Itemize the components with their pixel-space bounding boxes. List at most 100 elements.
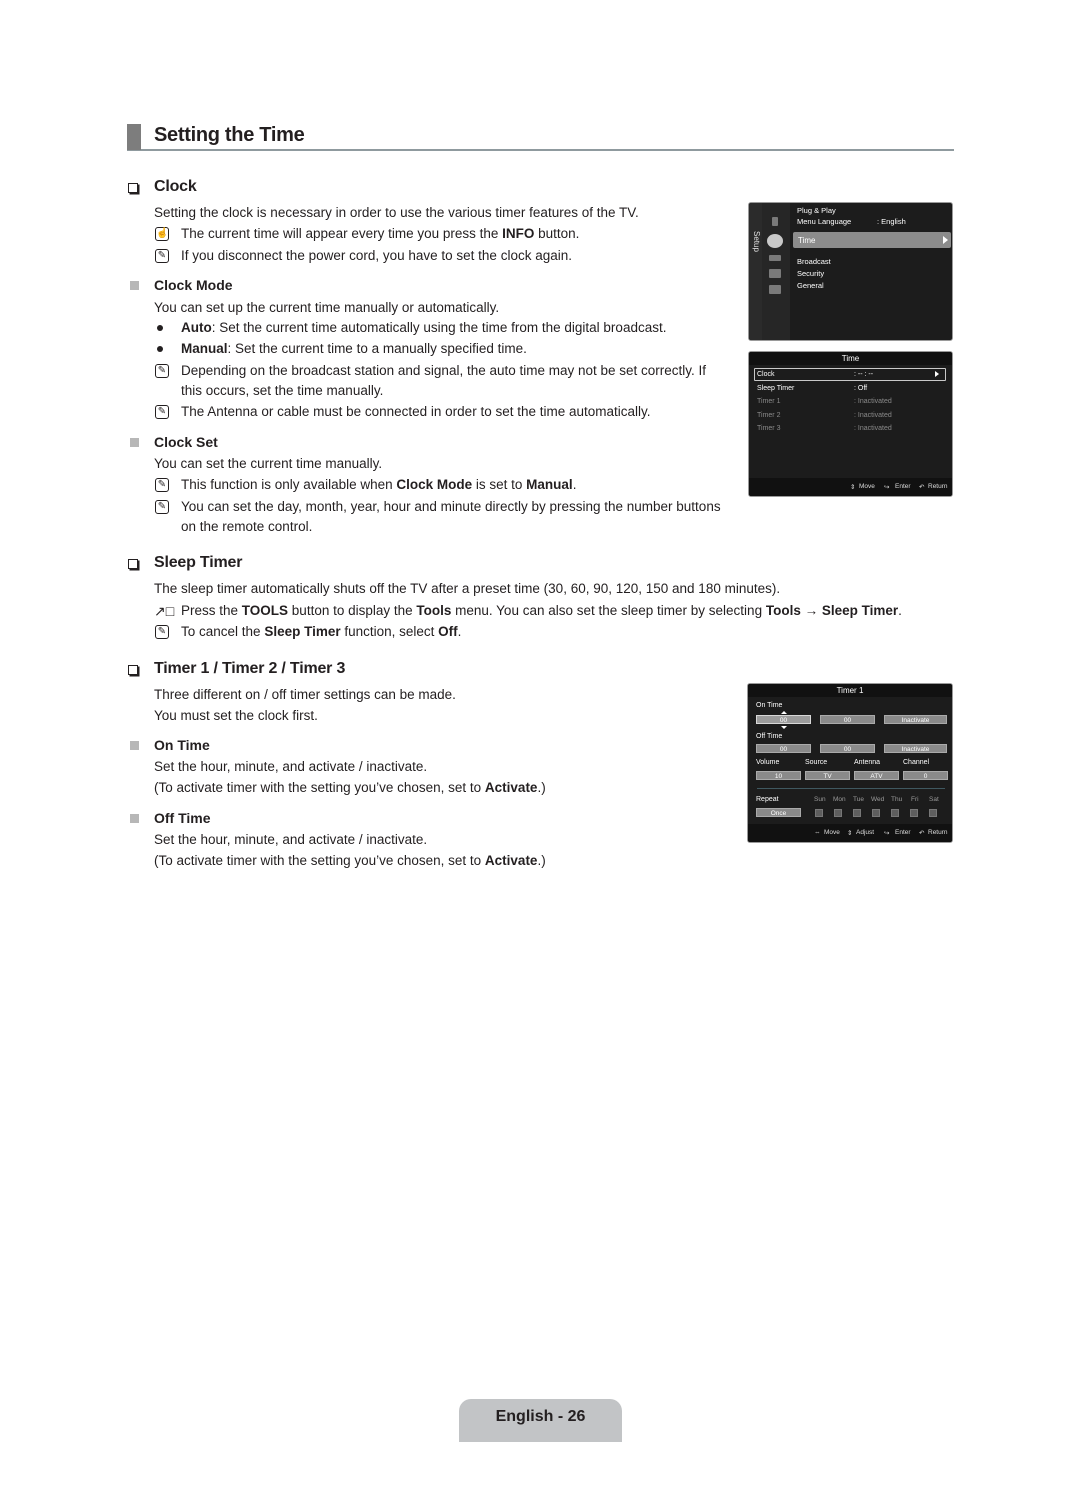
day-label-thu: Thu	[891, 796, 903, 803]
enter-icon: ↪	[884, 484, 890, 491]
foot-move: Move	[859, 483, 875, 490]
day-checkbox-sat[interactable]	[929, 809, 937, 817]
note-icon: ✎	[155, 249, 169, 263]
day-checkbox-wed[interactable]	[872, 809, 880, 817]
osd-side-label: Setup	[752, 231, 761, 252]
note-icon: ✎	[155, 500, 169, 514]
off-time-note: (To activate timer with the setting you’…	[154, 853, 546, 868]
clock-set-note2-line2: on the remote control.	[181, 519, 313, 534]
osd-row-timer2-value: : Inactivated	[854, 412, 892, 419]
day-checkbox-thu[interactable]	[891, 809, 899, 817]
on-minute-field[interactable]: 00	[820, 715, 875, 724]
day-label-fri: Fri	[911, 796, 919, 803]
off-hour-field[interactable]: 00	[756, 744, 811, 753]
repeat-label: Repeat	[756, 796, 779, 803]
osd-timer1-title: Timer 1	[748, 684, 952, 697]
off-state-field[interactable]: Inactivate	[884, 744, 947, 753]
on-state-field[interactable]: Inactivate	[884, 715, 947, 724]
volume-label: Volume	[756, 759, 780, 766]
clock-mode-note2: The Antenna or cable must be connected i…	[181, 404, 651, 419]
osd-row-sleep-timer-value: : Off	[854, 385, 868, 392]
on-time-heading: On Time	[154, 737, 210, 753]
osd-item-menu-language[interactable]: Menu Language	[797, 217, 851, 226]
up-arrow-icon	[781, 711, 787, 714]
clock-mode-manual: Manual: Set the current time to a manual…	[181, 341, 527, 356]
section-title-bar: Setting the Time	[127, 124, 954, 151]
osd-item-security[interactable]: Security	[797, 269, 824, 278]
application-icon[interactable]	[769, 269, 781, 278]
foot-move: Move	[824, 829, 840, 836]
sleep-timer-tools-note: Press the TOOLS button to display the To…	[181, 603, 902, 618]
page-title: Setting the Time	[154, 124, 305, 146]
subheading-square-icon	[130, 438, 139, 447]
off-minute-field[interactable]: 00	[820, 744, 875, 753]
day-checkbox-sun[interactable]	[815, 809, 823, 817]
osd-timer1-footer: ⇔ Move ⇕ Adjust ↪ Enter ↶ Return	[748, 824, 952, 842]
sleep-timer-heading: Sleep Timer	[154, 554, 243, 571]
return-icon: ↶	[919, 830, 925, 837]
day-label-wed: Wed	[871, 796, 885, 803]
section-marker	[127, 124, 141, 150]
off-time-label: Off Time	[756, 733, 783, 740]
sleep-timer-cancel-note: To cancel the Sleep Timer function, sele…	[181, 624, 462, 639]
osd-item-time-highlight[interactable]	[793, 232, 951, 248]
clock-mode-heading: Clock Mode	[154, 277, 233, 293]
repeat-field[interactable]: Once	[756, 808, 801, 817]
day-checkbox-mon[interactable]	[834, 809, 842, 817]
on-time-text: Set the hour, minute, and activate / ina…	[154, 759, 428, 774]
osd-menu-language-value: : English	[877, 217, 906, 226]
input-icon[interactable]	[769, 255, 781, 261]
timers-intro1: Three different on / off timer settings …	[154, 687, 456, 702]
volume-field[interactable]: 10	[756, 771, 801, 780]
foot-enter: Enter	[895, 483, 911, 490]
leftright-icon: ⇔	[814, 829, 821, 836]
clock-set-heading: Clock Set	[154, 434, 218, 450]
osd-row-sleep-timer[interactable]: Sleep Timer	[757, 385, 794, 392]
day-label-mon: Mon	[833, 796, 846, 803]
antenna-field[interactable]: ATV	[854, 771, 899, 780]
on-time-label: On Time	[756, 702, 783, 709]
osd-row-timer2[interactable]: Timer 2	[757, 412, 780, 419]
source-label: Source	[805, 759, 828, 766]
osd-row-timer3[interactable]: Timer 3	[757, 425, 780, 432]
info-note-icon: ☝	[155, 227, 169, 241]
arrow-right-icon	[943, 236, 948, 244]
bullet-icon	[157, 346, 163, 352]
antenna-label: Antenna	[854, 759, 881, 766]
off-time-text: Set the hour, minute, and activate / ina…	[154, 832, 428, 847]
clock-set-note2-line1: You can set the day, month, year, hour a…	[181, 499, 721, 514]
osd-time-selection[interactable]	[754, 368, 946, 381]
osd-setup-menu: Setup Plug & Play Menu Language : Englis…	[748, 202, 953, 341]
clock-mode-note1-line1: Depending on the broadcast station and s…	[181, 363, 707, 378]
picture-icon[interactable]	[772, 217, 778, 226]
on-hour-field[interactable]: 00	[756, 715, 811, 724]
setup-gear-icon[interactable]	[767, 234, 783, 248]
clock-intro: Setting the clock is necessary in order …	[154, 205, 639, 220]
channel-field[interactable]: 0	[903, 771, 948, 780]
note-icon: ✎	[155, 364, 169, 378]
tools-icon: ↗□	[154, 603, 175, 619]
foot-enter: Enter	[895, 829, 911, 836]
day-checkbox-fri[interactable]	[910, 809, 918, 817]
note-icon: ✎	[155, 478, 169, 492]
clock-mode-note1-line2: this occurs, set the time manually.	[181, 383, 384, 398]
osd-row-timer1[interactable]: Timer 1	[757, 398, 780, 405]
support-icon[interactable]	[769, 285, 781, 294]
day-checkbox-tue[interactable]	[853, 809, 861, 817]
foot-return: Return	[928, 829, 948, 836]
enter-icon: ↪	[884, 830, 890, 837]
down-arrow-icon	[781, 726, 787, 729]
clock-set-note1: This function is only available when Clo…	[181, 477, 577, 492]
off-time-heading: Off Time	[154, 810, 211, 826]
osd-item-broadcast[interactable]: Broadcast	[797, 257, 831, 266]
timers-intro2: You must set the clock first.	[154, 708, 318, 723]
clock-info-note: The current time will appear every time …	[181, 226, 580, 241]
clock-set-intro: You can set the current time manually.	[154, 456, 383, 471]
subheading-square-icon	[130, 741, 139, 750]
osd-item-plug-play[interactable]: Plug & Play	[797, 206, 836, 215]
clock-mode-intro: You can set up the current time manually…	[154, 300, 500, 315]
source-field[interactable]: TV	[805, 771, 850, 780]
osd-item-time[interactable]: Time	[798, 236, 815, 245]
osd-row-clock[interactable]: Clock	[757, 371, 775, 378]
osd-item-general[interactable]: General	[797, 281, 824, 290]
